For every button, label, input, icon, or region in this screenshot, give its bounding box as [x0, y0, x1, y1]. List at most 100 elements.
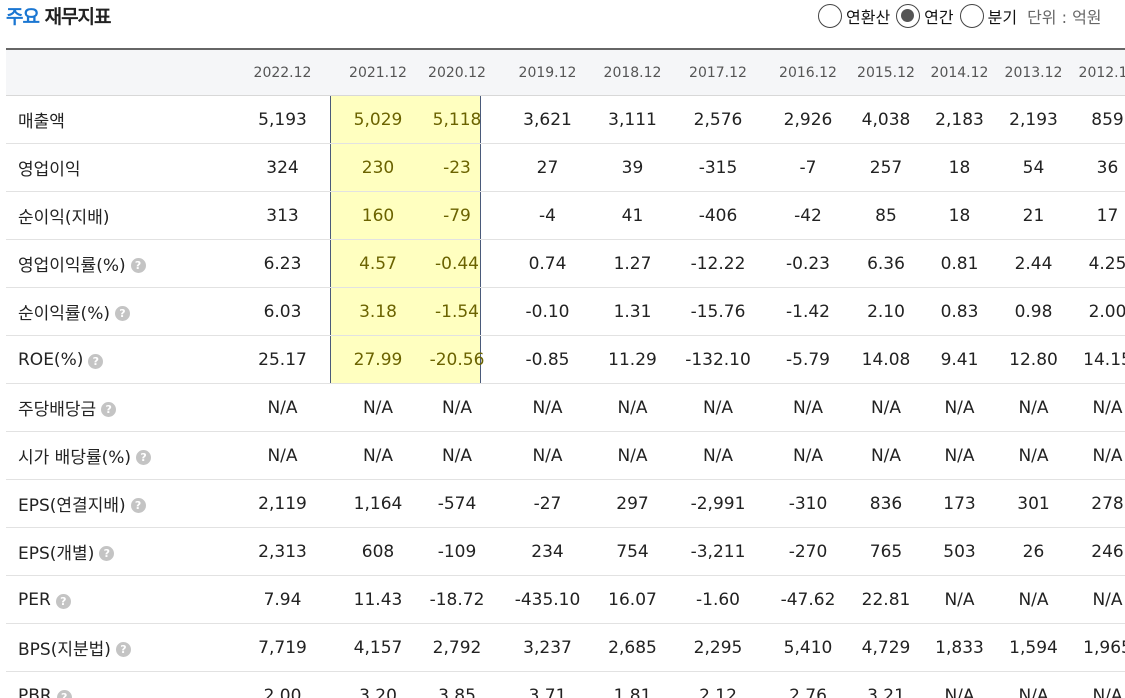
row-label-cell: 매출액: [6, 107, 231, 132]
table-cell: 4.57: [359, 253, 397, 274]
table-cell: -0.23: [786, 253, 830, 274]
table-cell: 608: [361, 541, 395, 562]
title-rest: 재무지표: [44, 6, 112, 28]
table-cell: 1,965: [1083, 637, 1125, 658]
table-row: EPS(연결지배)? 2,119 1,164 -574 -27 297 -2,991 -310…: [6, 480, 1125, 528]
table-cell: 2.76: [789, 685, 827, 698]
table-row: ROE(%)? 25.17 27.99 -20.56 -0.85 11.29 -132.10…: [6, 336, 1125, 384]
table-cell: N/A: [1018, 397, 1049, 418]
table-cell: -1.60: [696, 589, 740, 610]
table-cell: N/A: [792, 445, 824, 466]
radio-button-icon[interactable]: [959, 4, 984, 28]
table-cell: 234: [531, 541, 564, 562]
help-question-icon[interactable]: ?: [101, 401, 117, 417]
table-cell: 16.07: [608, 589, 657, 610]
table-cell: 2,119: [258, 493, 307, 514]
radio-label: 연환산: [846, 8, 891, 27]
table-cell: -109: [437, 541, 477, 562]
table-cell: 0.74: [528, 253, 567, 274]
table-cell: 324: [266, 157, 299, 178]
row-label: 영업이익: [18, 160, 81, 180]
table-cell: -79: [443, 205, 471, 226]
table-cell: -270: [788, 541, 828, 562]
row-label-cell: 순이익(지배): [6, 203, 231, 228]
table-cell: -2,991: [690, 493, 746, 514]
column-header: 2014.12: [930, 64, 989, 81]
column-header: 2021.12: [349, 64, 407, 81]
table-cell: N/A: [870, 397, 902, 418]
table-row: 순이익(지배) 313 160 -79 -4 41 -406 -42 85 18 21 17: [6, 192, 1125, 240]
help-question-icon[interactable]: ?: [56, 689, 72, 698]
section-title: 주요 재무지표: [6, 2, 112, 29]
table-cell: 21: [1022, 205, 1045, 226]
help-question-icon[interactable]: ?: [114, 305, 130, 321]
radio-button-checked-icon[interactable]: [896, 4, 921, 28]
table-cell: 301: [1017, 493, 1050, 514]
table-cell: N/A: [362, 445, 394, 466]
table-row: PER? 7.94 11.43 -18.72 -435.10 16.07 -1.60 -47.…: [6, 576, 1125, 624]
table-cell: 4,157: [353, 637, 403, 658]
table-cell: N/A: [362, 397, 394, 418]
table-cell: 2.44: [1014, 253, 1053, 274]
table-cell: 2.00: [263, 685, 302, 698]
table-cell: N/A: [1018, 685, 1049, 698]
table-cell: 0.83: [940, 301, 979, 322]
help-question-icon[interactable]: ?: [88, 353, 104, 369]
row-label-cell: 영업이익: [6, 155, 231, 180]
table-cell: 503: [943, 541, 976, 562]
table-cell: -0.85: [525, 349, 570, 370]
table-cell: 7.94: [263, 589, 302, 610]
table-cell: N/A: [441, 445, 473, 466]
help-question-icon[interactable]: ?: [130, 257, 146, 273]
table-cell: -42: [794, 205, 822, 226]
help-question-icon[interactable]: ?: [55, 593, 71, 609]
table-cell: 2,183: [935, 109, 984, 130]
table-cell: 6.36: [867, 253, 905, 274]
table-cell: 173: [943, 493, 976, 514]
table-cell: 4.25: [1088, 253, 1125, 274]
table-cell: 18: [948, 205, 971, 226]
table-cell: 27.99: [353, 349, 403, 370]
help-question-icon[interactable]: ?: [99, 545, 115, 561]
table-cell: 2,792: [432, 637, 482, 658]
help-question-icon[interactable]: ?: [130, 497, 146, 513]
table-cell: -3,211: [690, 541, 746, 562]
table-cell: N/A: [1092, 685, 1123, 698]
table-cell: 25.17: [258, 349, 307, 370]
table-cell: -1.42: [786, 301, 830, 322]
table-cell: 2.10: [867, 301, 905, 322]
radio-button-icon[interactable]: [818, 4, 842, 28]
help-question-icon[interactable]: ?: [136, 449, 152, 465]
table-cell: 14.15: [1083, 349, 1125, 370]
column-header: 2018.12: [603, 64, 662, 81]
table-cell: N/A: [944, 445, 975, 466]
table-cell: 2,576: [693, 109, 743, 130]
table-cell: -23: [443, 157, 471, 178]
row-label: 순이익률(%): [18, 304, 110, 324]
row-label: 영업이익률(%): [18, 256, 126, 276]
table-row: 매출액 5,193 5,029 5,118 3,621 3,111 2,576 2,926 4,…: [6, 96, 1125, 144]
table-cell: N/A: [1018, 589, 1049, 610]
radio-quarterly[interactable]: 분기: [959, 4, 1018, 28]
radio-annualized[interactable]: 연환산: [818, 4, 890, 28]
column-header: 2013.12: [1004, 64, 1063, 81]
table-cell: 765: [869, 541, 903, 562]
table-cell: 2,193: [1009, 109, 1058, 130]
radio-annual[interactable]: 연간: [896, 4, 954, 28]
table-cell: 2,313: [258, 541, 307, 562]
table-cell: 54: [1022, 157, 1045, 178]
table-row: EPS(개별)? 2,313 608 -109 234 754 -3,211 -270 765 5…: [6, 528, 1125, 576]
table-cell: 1,594: [1009, 637, 1058, 658]
help-question-icon[interactable]: ?: [115, 641, 131, 657]
table-cell: 2.12: [699, 685, 737, 698]
table-cell: 3.18: [359, 301, 397, 322]
table-cell: N/A: [792, 397, 824, 418]
row-label: ROE(%): [18, 349, 84, 370]
radio-label: 분기: [987, 8, 1018, 27]
table-cell: 754: [616, 541, 649, 562]
radio-label: 연간: [924, 8, 954, 27]
row-label-cell: EPS(연결지배)?: [6, 491, 231, 516]
row-label-cell: BPS(지분법)?: [6, 635, 231, 660]
table-cell: 5,118: [432, 109, 482, 130]
table-row: 시가 배당률(%)? N/A N/A N/A N/A N/A N/A N/A N/A N/A N/A…: [6, 432, 1125, 480]
